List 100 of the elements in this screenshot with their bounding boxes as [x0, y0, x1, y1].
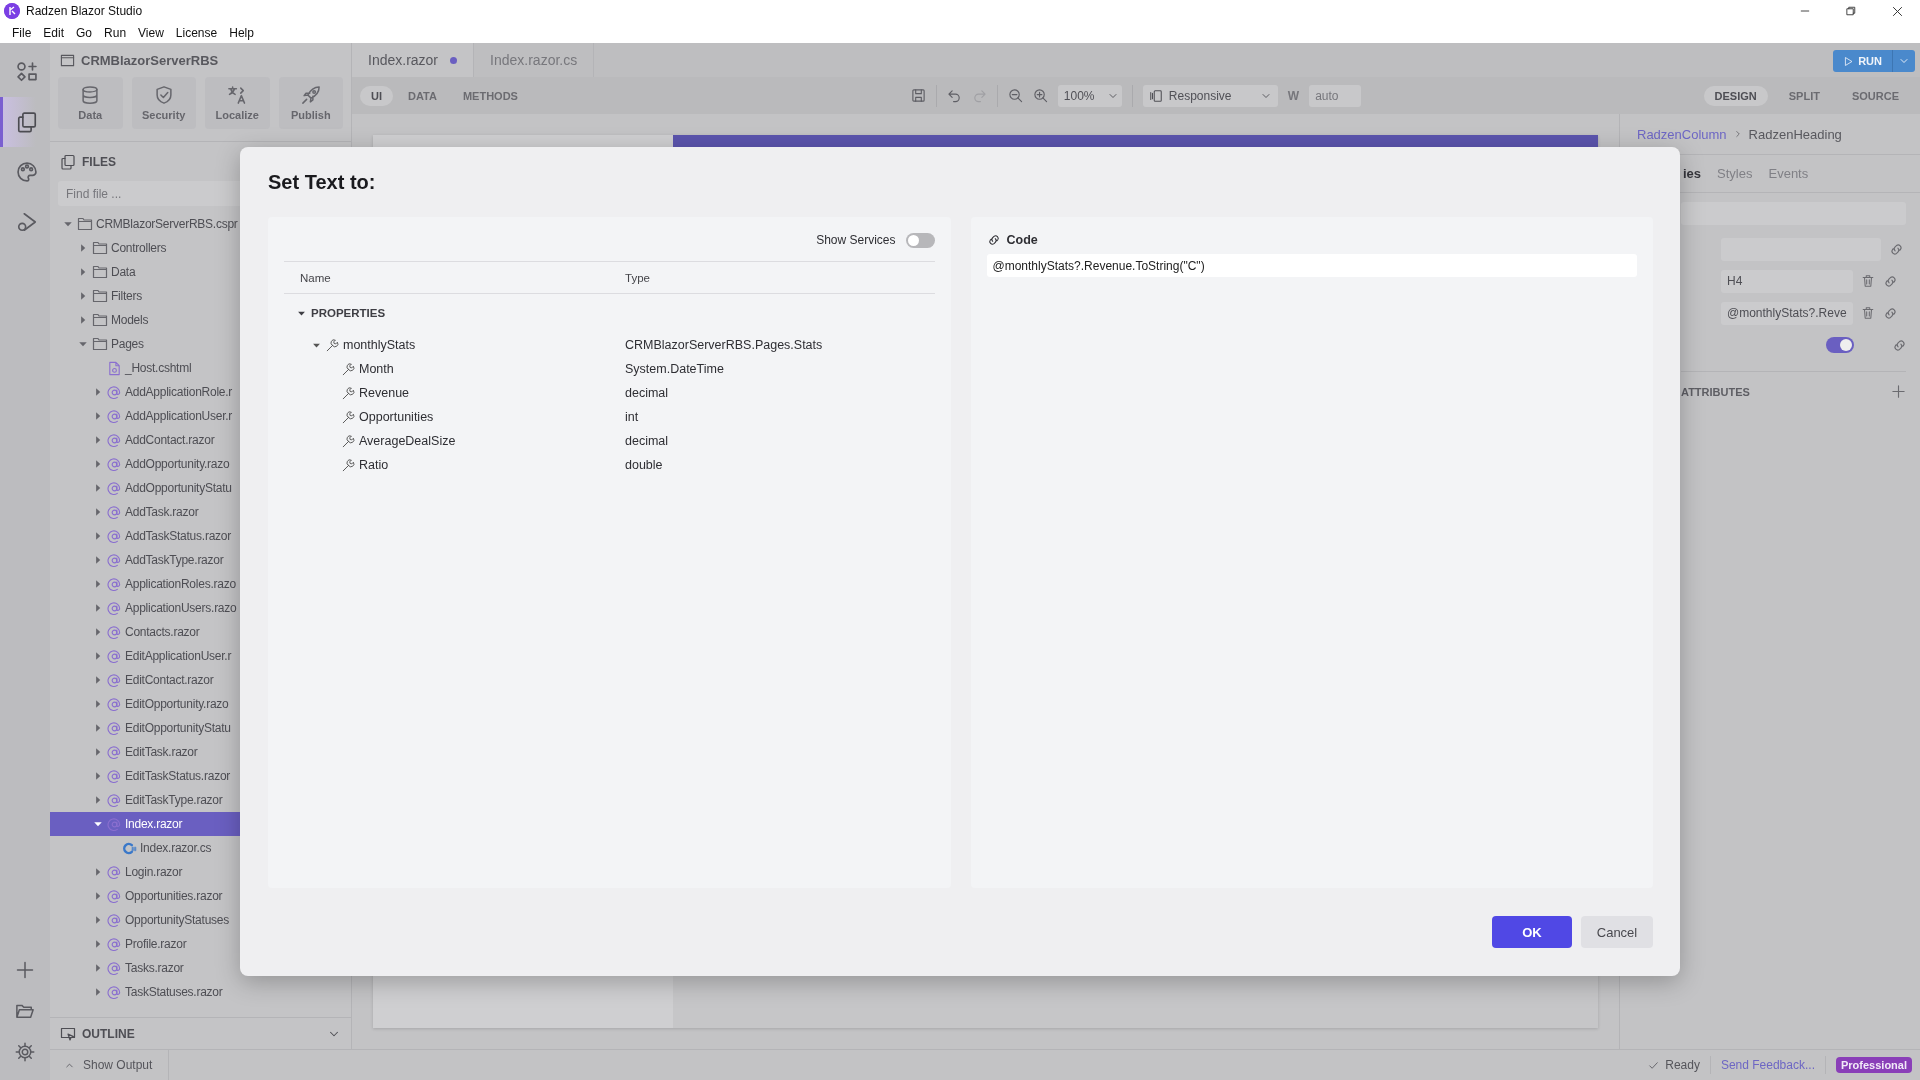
tree-row[interactable]: AddContact.razor [50, 428, 351, 452]
tree-row[interactable]: CRMBlazorServerRBS.cspr [50, 212, 351, 236]
input-field[interactable]: H4 [1721, 269, 1853, 293]
link-icon [986, 233, 1001, 247]
bind-button[interactable] [1883, 305, 1898, 321]
redo-icon [971, 88, 987, 103]
breadcrumb-item: RadzenHeading [1748, 126, 1842, 142]
tree-row[interactable]: _Host.cshtml [50, 356, 351, 380]
file-name: EditContact.razor [125, 673, 214, 687]
folder-icon [92, 264, 108, 280]
wrench-icon [342, 458, 355, 472]
wrench-icon [326, 338, 339, 352]
tree-row[interactable]: Tasks.razor [50, 956, 351, 980]
link-icon [1883, 273, 1898, 289]
ok-button[interactable]: OK [1492, 916, 1572, 948]
tree-row[interactable]: EditContact.razor [50, 668, 351, 692]
tree-row[interactable]: EditApplicationUser.r [50, 644, 351, 668]
input-field[interactable] [1681, 201, 1906, 225]
toolbar-button[interactable]: Publish [278, 77, 343, 129]
tree-row[interactable]: Index.razor.cs [50, 836, 351, 860]
mode-tab[interactable]: METHODS [451, 85, 529, 106]
at-sign-icon [107, 648, 122, 664]
panel-tab[interactable]: ies [1683, 166, 1702, 181]
tree-row[interactable]: Contacts.razor [50, 620, 351, 644]
project-name: CRMBlazorServerRBS [81, 52, 219, 68]
toolbar-button[interactable]: Data [58, 77, 123, 129]
toolbar-button[interactable]: Localize [205, 77, 270, 129]
toggle-switch[interactable] [905, 232, 935, 248]
components-icon [15, 61, 38, 83]
device-select[interactable]: Responsive [1142, 84, 1278, 107]
tree-row[interactable]: Profile.razor [50, 932, 351, 956]
width-field[interactable]: auto [1309, 84, 1362, 107]
translate-icon [227, 85, 248, 105]
bind-button[interactable] [1892, 337, 1907, 353]
menu-item[interactable]: View [132, 25, 170, 40]
tree-row[interactable]: Controllers [50, 236, 351, 260]
tree-row[interactable]: AddApplicationUser.r [50, 404, 351, 428]
tree-row[interactable]: EditTaskStatus.razor [50, 764, 351, 788]
code-field[interactable]: @monthlyStats?.Revenue.ToString("C") [986, 254, 1637, 277]
file-name: _Host.cshtml [125, 361, 192, 375]
input-field[interactable]: @monthlyStats?.Reve [1721, 301, 1853, 325]
tree-row[interactable]: AddOpportunity.razo [50, 452, 351, 476]
settings-icon [15, 1041, 35, 1062]
column-header: Type [625, 271, 651, 284]
menu-item[interactable]: Run [98, 25, 133, 40]
add-button[interactable] [1891, 384, 1906, 399]
tree-row[interactable]: Opportunities.razor [50, 884, 351, 908]
editor-tab[interactable]: Index.razor [352, 43, 475, 77]
feedback-link[interactable]: Send Feedback... [1720, 1058, 1815, 1072]
view-tab[interactable]: DESIGN [1703, 85, 1768, 106]
menu-item[interactable]: Go [70, 25, 99, 40]
show-output-button[interactable]: Show Output [50, 1050, 170, 1080]
files-icon [60, 154, 76, 170]
tree-row[interactable]: AddOpportunityStatu [50, 476, 351, 500]
menu-item[interactable]: File [6, 25, 38, 40]
delete-button[interactable] [1861, 306, 1875, 320]
tree-row[interactable]: EditOpportunityStatu [50, 716, 351, 740]
tree-row[interactable]: EditOpportunity.razo [50, 692, 351, 716]
section-title: FILES [82, 155, 116, 169]
view-tab[interactable]: SPLIT [1777, 85, 1831, 106]
tree-row[interactable]: TaskStatuses.razor [50, 980, 351, 1004]
menu-item[interactable]: Help [223, 25, 260, 40]
undo-button[interactable] [946, 88, 962, 103]
run-button[interactable]: RUN [1833, 50, 1915, 72]
tree-row[interactable]: OpportunityStatuses [50, 908, 351, 932]
zoom-out-button[interactable] [1007, 88, 1023, 103]
delete-button[interactable] [1861, 274, 1875, 288]
cancel-button[interactable]: Cancel [1581, 916, 1653, 948]
file-name: EditOpportunityStatu [125, 721, 231, 735]
tree-row[interactable]: Login.razor [50, 860, 351, 884]
toggle-switch[interactable] [1826, 337, 1854, 353]
tree-row[interactable]: EditTaskType.razor [50, 788, 351, 812]
file-name: Contacts.razor [125, 625, 200, 639]
bind-button[interactable] [1889, 241, 1904, 257]
file-name: AddContact.razor [125, 433, 215, 447]
tree-row[interactable]: ApplicationRoles.razo [50, 572, 351, 596]
tree-row[interactable]: Filters [50, 284, 351, 308]
zoom-in-button[interactable] [1032, 88, 1048, 103]
file-name: Profile.razor [125, 937, 187, 951]
mode-tab[interactable]: UI [360, 85, 393, 106]
tree-row[interactable]: AddTask.razor [50, 500, 351, 524]
tree-row[interactable]: ApplicationUsers.razo [50, 596, 351, 620]
tree-row[interactable]: EditTask.razor [50, 740, 351, 764]
zoom-select[interactable]: 100% [1057, 84, 1122, 107]
menu-item[interactable]: Edit [37, 25, 71, 40]
outline-icon [60, 1025, 76, 1042]
mode-tab[interactable]: DATA [397, 85, 448, 106]
tree-row[interactable]: AddApplicationRole.r [50, 380, 351, 404]
bind-button[interactable] [1883, 273, 1898, 289]
breadcrumb-link[interactable]: RadzenColumn [1637, 126, 1727, 142]
menu-item[interactable]: License [169, 25, 224, 40]
tree-row[interactable]: AddTaskType.razor [50, 548, 351, 572]
property-type: System.DateTime [625, 362, 725, 376]
toolbar-button[interactable]: Security [131, 77, 196, 129]
at-sign-icon [107, 960, 122, 976]
view-tab[interactable]: SOURCE [1840, 85, 1910, 106]
save-button[interactable] [910, 88, 926, 103]
run-debug-icon [15, 211, 38, 233]
tree-row[interactable]: AddTaskStatus.razor [50, 524, 351, 548]
file-name: AddTaskType.razor [125, 553, 224, 567]
